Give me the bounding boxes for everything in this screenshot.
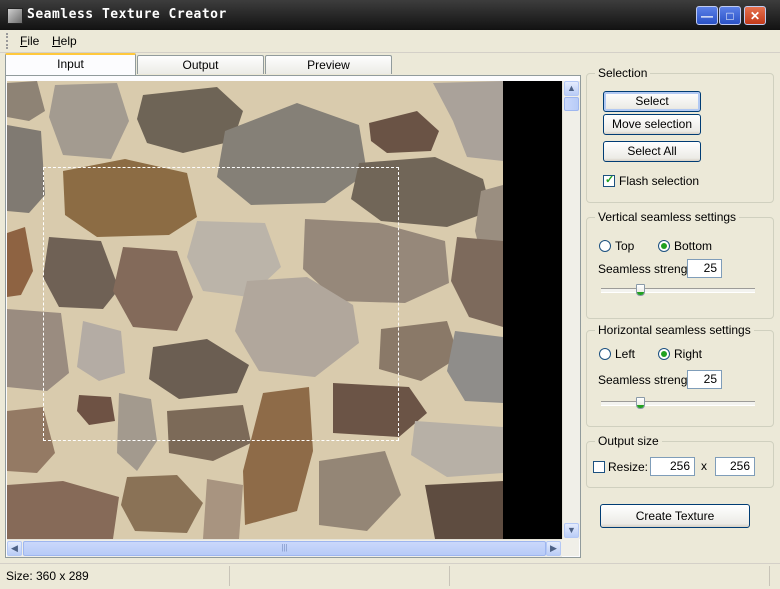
minimize-icon: — <box>701 9 713 23</box>
output-size-title: Output size <box>595 434 662 448</box>
flash-selection-checkbox[interactable]: ✓ <box>603 174 615 187</box>
horizontal-strength-input[interactable]: 25 <box>687 370 722 389</box>
vertical-group-title: Vertical seamless settings <box>595 210 740 224</box>
horizontal-group-title: Horizontal seamless settings <box>595 323 754 337</box>
radio-top[interactable] <box>599 240 611 252</box>
window-title: Seamless Texture Creator <box>27 7 227 22</box>
selection-rectangle[interactable] <box>43 167 399 441</box>
arrow-down-icon: ▼ <box>567 525 576 535</box>
horizontal-strength-label: Seamless strength: <box>598 373 701 387</box>
menu-file[interactable]: File <box>20 34 39 48</box>
select-all-button[interactable]: Select All <box>603 141 701 162</box>
vertical-strength-slider[interactable] <box>636 284 645 296</box>
tab-output[interactable]: Output <box>137 55 264 74</box>
status-pane-2 <box>230 566 450 586</box>
radio-top-label[interactable]: Top <box>615 239 634 253</box>
size-separator: x <box>701 459 707 473</box>
scroll-down-button[interactable]: ▼ <box>564 523 579 538</box>
resize-label[interactable]: Resize: <box>608 460 648 474</box>
radio-bottom[interactable] <box>658 240 670 252</box>
checkmark-icon: ✓ <box>605 174 615 186</box>
vertical-scrollbar[interactable]: ▲ ▼ <box>562 81 580 539</box>
slider-accent <box>637 292 644 295</box>
vertical-strength-input[interactable]: 25 <box>687 259 722 278</box>
create-texture-button[interactable]: Create Texture <box>600 504 750 528</box>
radio-left[interactable] <box>599 348 611 360</box>
close-icon: ✕ <box>749 9 761 23</box>
move-selection-button[interactable]: Move selection <box>603 114 701 135</box>
tab-preview[interactable]: Preview <box>265 55 392 74</box>
close-button[interactable]: ✕ <box>744 6 766 25</box>
arrow-up-icon: ▲ <box>567 83 576 93</box>
maximize-button[interactable]: □ <box>719 6 741 25</box>
resize-checkbox[interactable] <box>593 461 605 473</box>
status-size: Size: 360 x 289 <box>2 566 230 586</box>
radio-bottom-label[interactable]: Bottom <box>674 239 712 253</box>
horizontal-scrollbar[interactable]: ◀ ||| ▶ <box>7 539 562 557</box>
scroll-up-button[interactable]: ▲ <box>564 81 579 96</box>
scroll-left-button[interactable]: ◀ <box>7 541 22 556</box>
radio-selected-dot <box>661 351 667 357</box>
status-pane-3 <box>450 566 770 586</box>
tab-input[interactable]: Input <box>5 53 136 75</box>
menu-grip <box>6 33 11 49</box>
menu-help[interactable]: Help <box>52 34 77 48</box>
minimize-button[interactable]: — <box>696 6 718 25</box>
vertical-strength-label: Seamless strength: <box>598 262 701 276</box>
menu-bar: File Help <box>0 30 780 53</box>
arrow-right-icon: ▶ <box>550 543 557 553</box>
app-window: Seamless Texture Creator — □ ✕ File Help… <box>0 0 780 589</box>
selection-group-title: Selection <box>595 66 651 80</box>
vertical-strength-track[interactable] <box>601 288 755 293</box>
app-icon <box>7 8 23 24</box>
radio-selected-dot <box>661 243 667 249</box>
horizontal-scroll-thumb[interactable]: ||| <box>23 541 546 556</box>
arrow-left-icon: ◀ <box>11 543 18 553</box>
select-button[interactable]: Select <box>603 91 701 112</box>
vertical-scroll-thumb[interactable] <box>564 97 579 111</box>
scroll-right-button[interactable]: ▶ <box>546 541 561 556</box>
slider-accent <box>637 405 644 408</box>
tab-bar: Input Output Preview <box>5 53 580 75</box>
scroll-corner <box>562 539 579 556</box>
output-height-input[interactable]: 256 <box>715 457 755 476</box>
status-bar: Size: 360 x 289 <box>0 563 780 589</box>
horizontal-strength-slider[interactable] <box>636 397 645 409</box>
horizontal-strength-track[interactable] <box>601 401 755 406</box>
maximize-icon: □ <box>726 9 734 23</box>
radio-left-label[interactable]: Left <box>615 347 635 361</box>
radio-right[interactable] <box>658 348 670 360</box>
flash-selection-label[interactable]: Flash selection <box>619 174 699 188</box>
texture-image[interactable] <box>7 81 503 539</box>
output-width-input[interactable]: 256 <box>650 457 695 476</box>
title-bar[interactable]: Seamless Texture Creator — □ ✕ <box>0 0 780 30</box>
image-canvas[interactable] <box>7 81 562 539</box>
radio-right-label[interactable]: Right <box>674 347 702 361</box>
